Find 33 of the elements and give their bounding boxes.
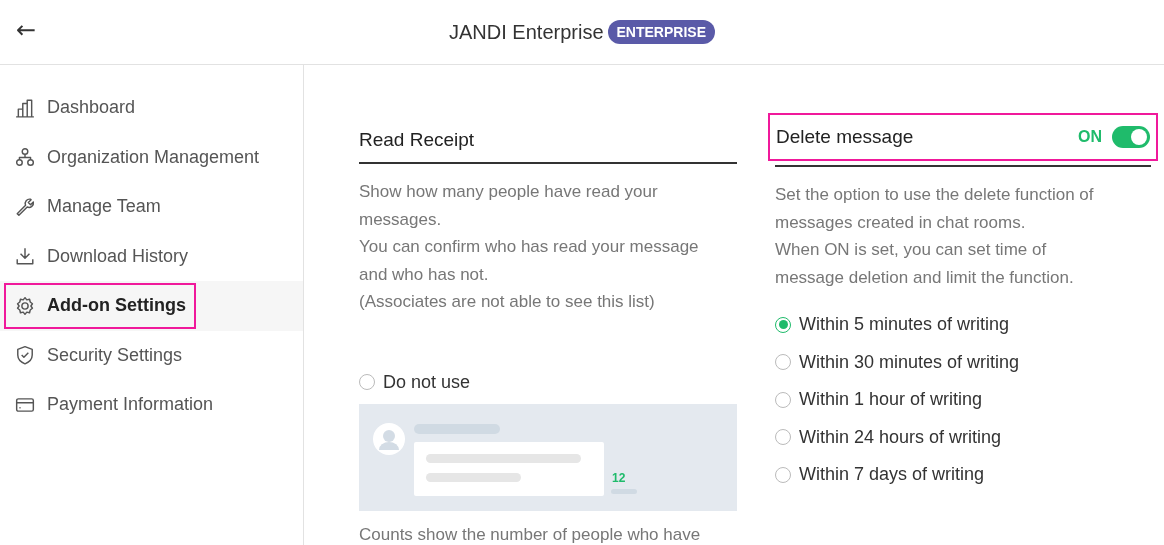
page-title: JANDI Enterprise (449, 20, 604, 44)
radio-option[interactable]: Within 7 days of writing (775, 456, 1151, 494)
radio-option[interactable]: Do not use (359, 364, 737, 400)
wrench-icon (15, 196, 35, 217)
toggle-label: ON (1078, 128, 1102, 146)
sidebar-item[interactable]: Dashboard (4, 84, 146, 131)
shield-check-icon (15, 345, 35, 366)
bar-chart-icon (15, 97, 35, 118)
radio-option[interactable]: Within 30 minutes of writing (775, 343, 1151, 381)
description-text: Show how many people have read your messages. (359, 181, 659, 231)
description-text: You can confirm who has read your message and who has not. (359, 236, 700, 286)
toggle-switch[interactable] (1112, 126, 1150, 148)
description-text: Set the option to use the delete function of messages created in chat rooms. (775, 184, 1095, 234)
sidebar-item[interactable]: Manage Team (4, 183, 171, 230)
section-title: Read Receipt (359, 129, 475, 152)
footnote-text: Counts show the number of people who have (359, 525, 702, 545)
sidebar-item[interactable]: Organization Management (4, 134, 270, 181)
radio-option[interactable]: Within 1 hour of writing (775, 381, 1151, 419)
sidebar-item[interactable]: Payment Information (4, 381, 224, 428)
hierarchy-icon (15, 147, 35, 168)
description-text: (Associates are not able to see this list) (359, 291, 656, 314)
sidebar-item[interactable]: Download History (4, 233, 199, 280)
settings-icon (15, 295, 35, 316)
radio-option[interactable]: Within 24 hours of writing (775, 418, 1151, 456)
description-text: When ON is set, you can set time of message deletion and limit the function. (775, 239, 1075, 289)
sidebar-item[interactable]: Security Settings (4, 332, 193, 379)
read-count: 12 (612, 470, 626, 485)
radio-option[interactable]: Within 5 minutes of writing (775, 306, 1151, 344)
back-button[interactable]: ← (12, 16, 41, 44)
download-icon (15, 246, 35, 267)
sidebar-item[interactable]: Add-on Settings (4, 282, 196, 329)
section-title: Delete message (776, 126, 914, 148)
plan-badge: ENTERPRISE (607, 20, 715, 44)
